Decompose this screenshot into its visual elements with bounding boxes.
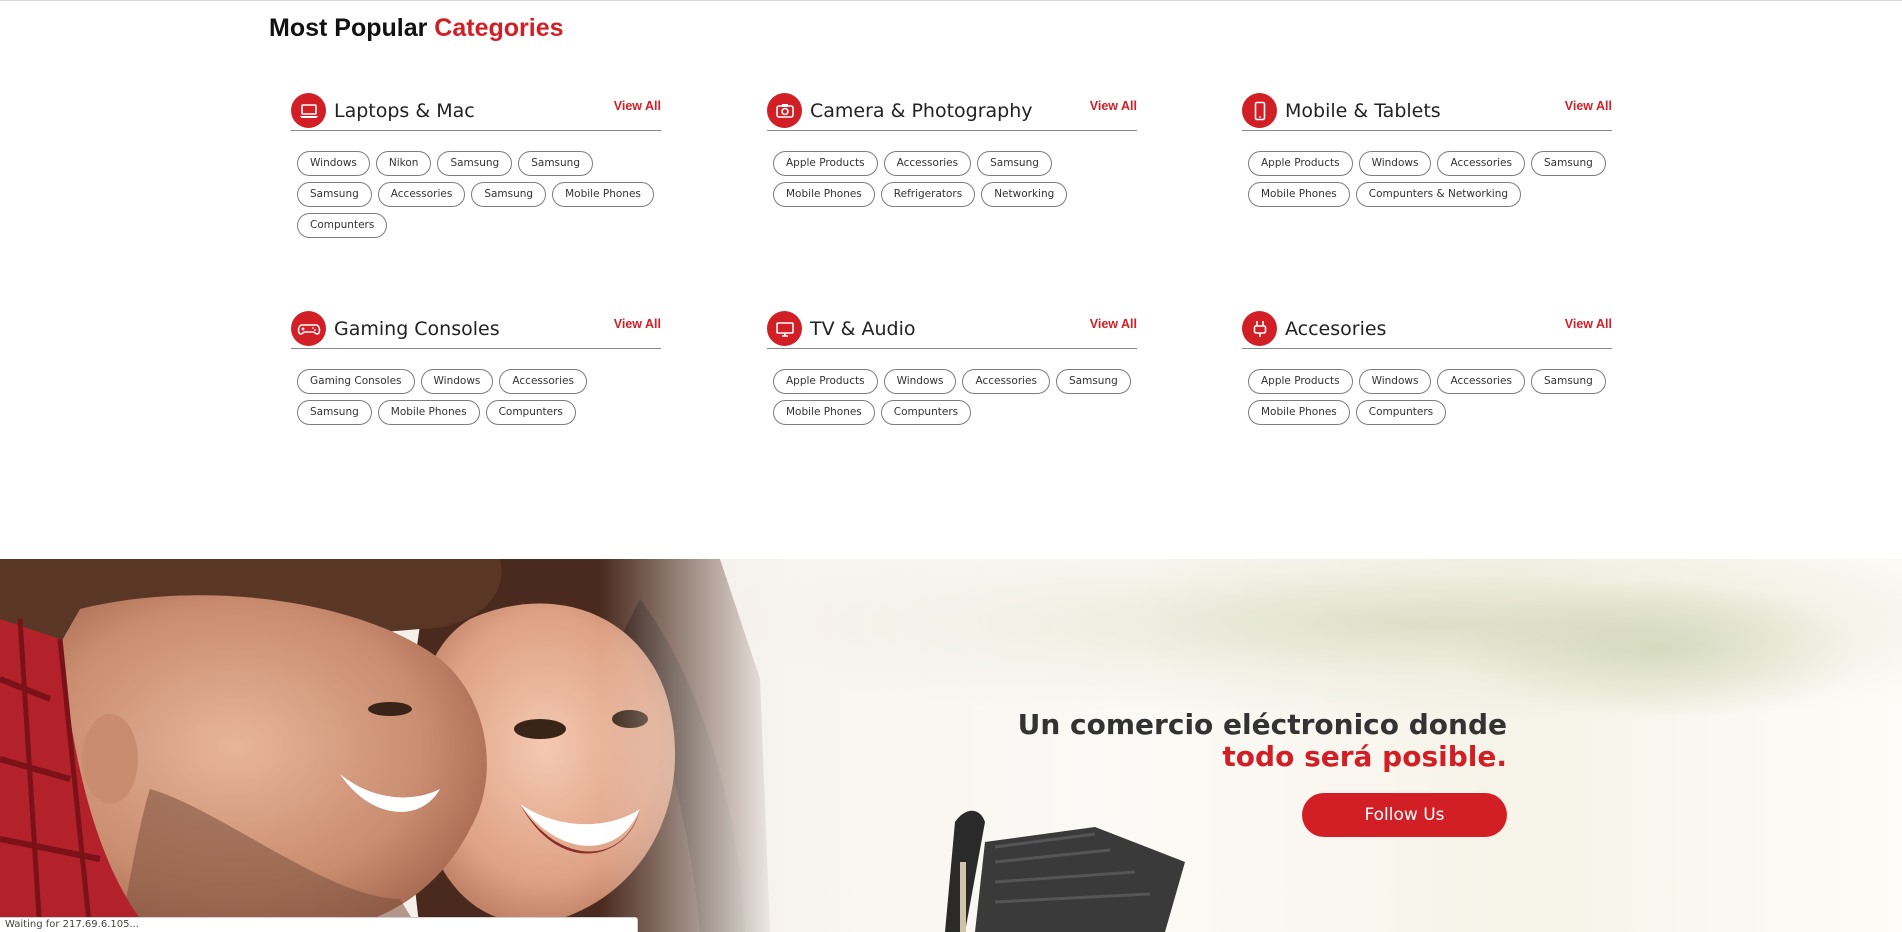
follow-us-button[interactable]: Follow Us <box>1302 793 1507 837</box>
background-blur <box>1450 579 1870 719</box>
tag[interactable]: Compunters <box>1355 400 1447 425</box>
tag[interactable]: Compunters <box>880 400 972 425</box>
tag-list: Apple Products Accessories Samsung Mobil… <box>767 131 1137 207</box>
tag[interactable]: Compunters <box>485 400 576 425</box>
tag[interactable]: Refrigerators <box>880 182 976 207</box>
tag[interactable]: Windows <box>1358 151 1432 176</box>
tag[interactable]: Accessories <box>377 182 466 207</box>
hero-banner: Un comercio eléctronico donde todo será … <box>0 559 1902 932</box>
tag[interactable]: Samsung <box>1056 369 1131 394</box>
hero-headline: Un comercio eléctronico donde todo será … <box>1018 709 1507 773</box>
tag[interactable]: Apple Products <box>1248 151 1353 176</box>
hero-line-1: Un comercio eléctronico donde <box>1017 708 1507 741</box>
tag[interactable]: Samsung <box>297 182 372 207</box>
mobile-phone-icon <box>1242 93 1277 128</box>
section-title-accent: Categories <box>434 14 564 42</box>
tag[interactable]: Mobile Phones <box>773 400 875 425</box>
view-all-link[interactable]: View All <box>614 99 661 113</box>
view-all-link[interactable]: View All <box>1565 317 1612 331</box>
tag[interactable]: Windows <box>297 151 370 176</box>
tag[interactable]: Samsung <box>977 151 1052 176</box>
top-divider <box>0 0 1902 1</box>
category-title: Camera & Photography <box>810 99 1033 122</box>
camera-icon <box>767 93 802 128</box>
tag[interactable]: Apple Products <box>773 151 878 176</box>
category-title: TV & Audio <box>810 317 916 340</box>
tag-list: Apple Products Windows Accessories Samsu… <box>1242 131 1612 207</box>
tag[interactable]: Mobile Phones <box>552 182 654 207</box>
category-gaming-consoles: Gaming Consoles View All Gaming Consoles… <box>291 309 661 425</box>
hero-people-image <box>0 559 780 932</box>
category-mobile-tablets: Mobile & Tablets View All Apple Products… <box>1242 91 1612 207</box>
tag[interactable]: Gaming Consoles <box>297 369 415 394</box>
tag[interactable]: Mobile Phones <box>1248 182 1350 207</box>
tag[interactable]: Mobile Phones <box>773 182 875 207</box>
tag[interactable]: Accessories <box>1437 151 1525 176</box>
section-title-main: Most Popular <box>269 14 428 42</box>
tag-list: Apple Products Windows Accessories Samsu… <box>1242 349 1612 425</box>
category-title: Laptops & Mac <box>334 99 475 122</box>
category-tv-audio: TV & Audio View All Apple Products Windo… <box>767 309 1137 425</box>
tag[interactable]: Samsung <box>1531 151 1606 176</box>
laptop-icon <box>291 93 326 128</box>
page: Most Popular Categories Laptops & Mac Vi… <box>0 0 1902 932</box>
tag[interactable]: Samsung <box>471 182 547 207</box>
tag[interactable]: Apple Products <box>773 369 878 394</box>
tag[interactable]: Networking <box>981 182 1068 207</box>
tag[interactable]: Samsung <box>297 400 372 425</box>
tag[interactable]: Accessories <box>962 369 1050 394</box>
view-all-link[interactable]: View All <box>1090 317 1137 331</box>
category-laptops-mac: Laptops & Mac View All Windows Nikon Sam… <box>291 91 661 238</box>
browser-status-bar: Waiting for 217.69.6.105... <box>0 917 638 932</box>
section-title: Most Popular Categories <box>269 14 564 43</box>
tag[interactable]: Mobile Phones <box>377 400 480 425</box>
tag[interactable]: Compunters & Networking <box>1355 182 1522 207</box>
tag[interactable]: Accessories <box>1437 369 1525 394</box>
tag[interactable]: Accessories <box>883 151 972 176</box>
tag[interactable]: Nikon <box>375 151 432 176</box>
tag[interactable]: Samsung <box>437 151 513 176</box>
tag-list: Gaming Consoles Windows Accessories Sams… <box>291 349 661 425</box>
category-header: Camera & Photography View All <box>767 91 1137 131</box>
category-title: Mobile & Tablets <box>1285 99 1441 122</box>
category-camera-photography: Camera & Photography View All Apple Prod… <box>767 91 1137 207</box>
category-accesories: Accesories View All Apple Products Windo… <box>1242 309 1612 425</box>
view-all-link[interactable]: View All <box>1090 99 1137 113</box>
category-title: Accesories <box>1285 317 1387 340</box>
tag-list: Apple Products Windows Accessories Samsu… <box>767 349 1137 425</box>
view-all-link[interactable]: View All <box>614 317 661 331</box>
tablet-case-image <box>945 810 1185 932</box>
tag[interactable]: Windows <box>1358 369 1432 394</box>
hero-line-2: todo será posible. <box>1222 740 1507 773</box>
tag[interactable]: Compunters <box>297 213 388 238</box>
category-title: Gaming Consoles <box>334 317 500 340</box>
tag[interactable]: Apple Products <box>1248 369 1353 394</box>
tag-list: Windows Nikon Samsung Samsung Samsung Ac… <box>291 131 661 238</box>
gamepad-icon <box>291 311 326 346</box>
category-header: Gaming Consoles View All <box>291 309 661 349</box>
category-header: Mobile & Tablets View All <box>1242 91 1612 131</box>
tag[interactable]: Samsung <box>1531 369 1606 394</box>
plug-icon <box>1242 311 1277 346</box>
category-header: Accesories View All <box>1242 309 1612 349</box>
view-all-link[interactable]: View All <box>1565 99 1612 113</box>
tag[interactable]: Mobile Phones <box>1248 400 1350 425</box>
category-header: TV & Audio View All <box>767 309 1137 349</box>
tv-icon <box>767 311 802 346</box>
tag[interactable]: Samsung <box>518 151 593 176</box>
tag[interactable]: Accessories <box>499 369 587 394</box>
tag[interactable]: Windows <box>883 369 957 394</box>
tag[interactable]: Windows <box>420 369 494 394</box>
category-header: Laptops & Mac View All <box>291 91 661 131</box>
